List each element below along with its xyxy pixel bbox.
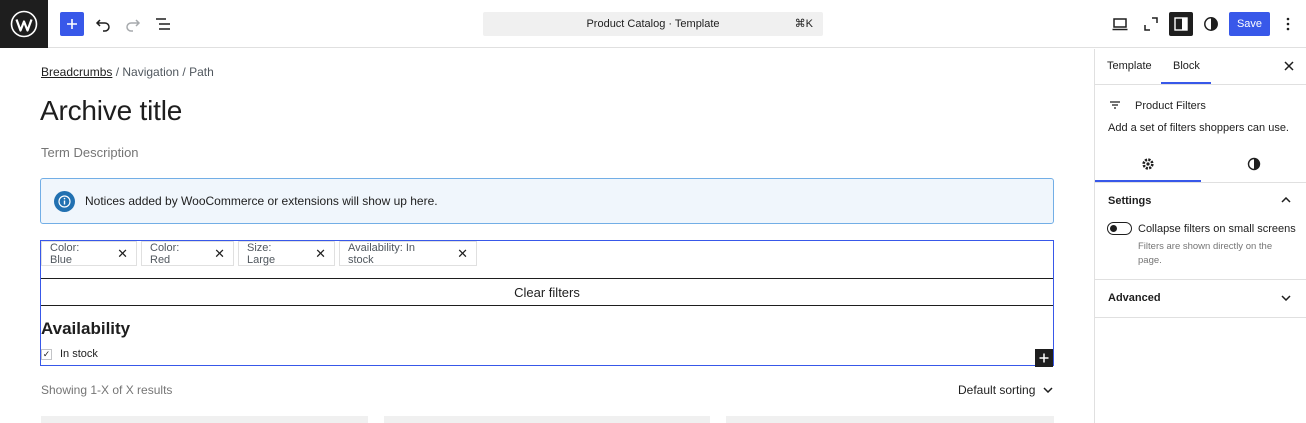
half-circle-icon <box>1247 157 1261 171</box>
close-icon[interactable]: ✕ <box>117 246 128 262</box>
preview-button[interactable] <box>1108 12 1132 36</box>
active-subtab-indicator <box>1095 180 1201 182</box>
block-card-description: Add a set of filters shoppers can use. <box>1108 122 1289 134</box>
chevron-down-icon[interactable] <box>1281 295 1291 301</box>
panel-divider <box>1095 317 1306 318</box>
results-count: Showing 1-X of X results <box>41 383 173 397</box>
info-icon <box>54 190 75 212</box>
panel-divider <box>1095 279 1306 280</box>
close-icon <box>1284 61 1294 71</box>
chip-label: Color: Red <box>150 241 180 266</box>
wordpress-logo-icon[interactable] <box>0 0 48 48</box>
tab-block[interactable]: Block <box>1173 60 1200 72</box>
sorting-select[interactable]: Default sorting <box>958 383 1053 397</box>
filter-chip-size-large[interactable]: Size: Large ✕ <box>238 241 335 266</box>
plus-icon <box>67 19 77 29</box>
tab-styles[interactable] <box>1201 157 1306 171</box>
filter-chip-color-blue[interactable]: Color: Blue ✕ <box>41 241 137 266</box>
chevron-up-icon[interactable] <box>1281 197 1291 203</box>
check-icon[interactable]: ✓ <box>41 348 52 360</box>
close-icon[interactable]: ✕ <box>214 246 225 262</box>
settings-panel-toggle[interactable]: Settings <box>1108 195 1151 207</box>
filter-chip-availability[interactable]: Availability: In stock ✕ <box>339 241 477 266</box>
chip-label: Availability: In stock <box>348 241 416 266</box>
settings-sidebar: Template Block Product Filters Add a set… <box>1094 49 1306 423</box>
in-stock-option[interactable]: ✓ In stock <box>41 348 98 360</box>
advanced-panel-toggle[interactable]: Advanced <box>1108 292 1161 304</box>
sorting-value: Default sorting <box>958 383 1036 397</box>
settings-sidebar-toggle[interactable] <box>1169 12 1193 36</box>
document-title: Product Catalog · Template <box>586 18 720 30</box>
availability-heading: Availability <box>41 319 131 338</box>
breadcrumb-rest: / Navigation / Path <box>112 65 214 79</box>
breadcrumb: Breadcrumbs / Navigation / Path <box>41 65 214 79</box>
archive-title[interactable]: Archive title <box>40 95 182 127</box>
close-icon[interactable]: ✕ <box>315 246 326 262</box>
notice-text: Notices added by WooCommerce or extensio… <box>85 194 438 208</box>
fullscreen-icon <box>1144 17 1158 31</box>
options-menu-button[interactable] <box>1276 12 1300 36</box>
undo-button[interactable] <box>91 12 115 36</box>
product-card[interactable] <box>726 416 1054 423</box>
save-button[interactable]: Save <box>1229 12 1270 36</box>
desktop-preview-icon <box>1112 18 1128 31</box>
toggle-knob <box>1110 225 1117 232</box>
filter-icon <box>1110 101 1120 109</box>
chip-label: Size: Large <box>247 241 276 266</box>
plus-icon <box>1039 353 1049 363</box>
redo-icon <box>126 19 141 32</box>
collapse-filters-toggle[interactable] <box>1107 222 1132 235</box>
clear-filters-button[interactable]: Clear filters <box>41 278 1053 306</box>
fullscreen-button[interactable] <box>1139 12 1163 36</box>
tab-settings[interactable] <box>1095 157 1201 171</box>
sidebar-icon <box>1174 17 1188 31</box>
store-notice[interactable]: Notices added by WooCommerce or extensio… <box>40 178 1054 224</box>
chip-label: Color: Blue <box>50 241 80 266</box>
breadcrumb-link[interactable]: Breadcrumbs <box>41 65 112 79</box>
toggle-label: Collapse filters on small screens <box>1138 223 1296 235</box>
active-filter-chips: Color: Blue ✕ Color: Red ✕ Size: Large ✕… <box>41 241 481 277</box>
redo-button[interactable] <box>121 12 145 36</box>
product-card[interactable] <box>384 416 710 423</box>
command-palette-button[interactable]: Product Catalog · Template ⌘K <box>483 12 823 36</box>
sidebar-tabs: Template Block <box>1095 49 1306 85</box>
editor-canvas: Breadcrumbs / Navigation / Path Archive … <box>0 49 1094 423</box>
product-filters-block[interactable]: Color: Blue ✕ Color: Red ✕ Size: Large ✕… <box>40 240 1054 366</box>
product-card[interactable] <box>41 416 368 423</box>
command-shortcut: ⌘K <box>794 18 813 30</box>
editor-header: Product Catalog · Template ⌘K Save <box>0 0 1306 48</box>
list-view-icon <box>156 18 170 30</box>
undo-icon <box>95 19 110 32</box>
block-card-title: Product Filters <box>1135 100 1206 112</box>
block-inserter-button[interactable] <box>60 12 84 36</box>
filter-chip-color-red[interactable]: Color: Red ✕ <box>141 241 234 266</box>
active-tab-indicator <box>1161 82 1211 84</box>
append-block-button[interactable] <box>1035 349 1053 367</box>
toggle-help-text: Filters are shown directly on the page. <box>1138 241 1273 266</box>
close-icon[interactable]: ✕ <box>457 246 468 262</box>
in-stock-label: In stock <box>60 348 98 360</box>
chevron-down-icon <box>1043 387 1053 393</box>
more-vertical-icon <box>1286 17 1290 31</box>
styles-button[interactable] <box>1199 12 1223 36</box>
tab-template[interactable]: Template <box>1107 60 1152 72</box>
list-view-button[interactable] <box>151 12 175 36</box>
styles-icon <box>1204 17 1218 31</box>
gear-icon <box>1142 158 1154 170</box>
close-sidebar-button[interactable] <box>1281 58 1297 74</box>
term-description[interactable]: Term Description <box>41 145 139 160</box>
block-inspector-tabs <box>1095 148 1306 183</box>
